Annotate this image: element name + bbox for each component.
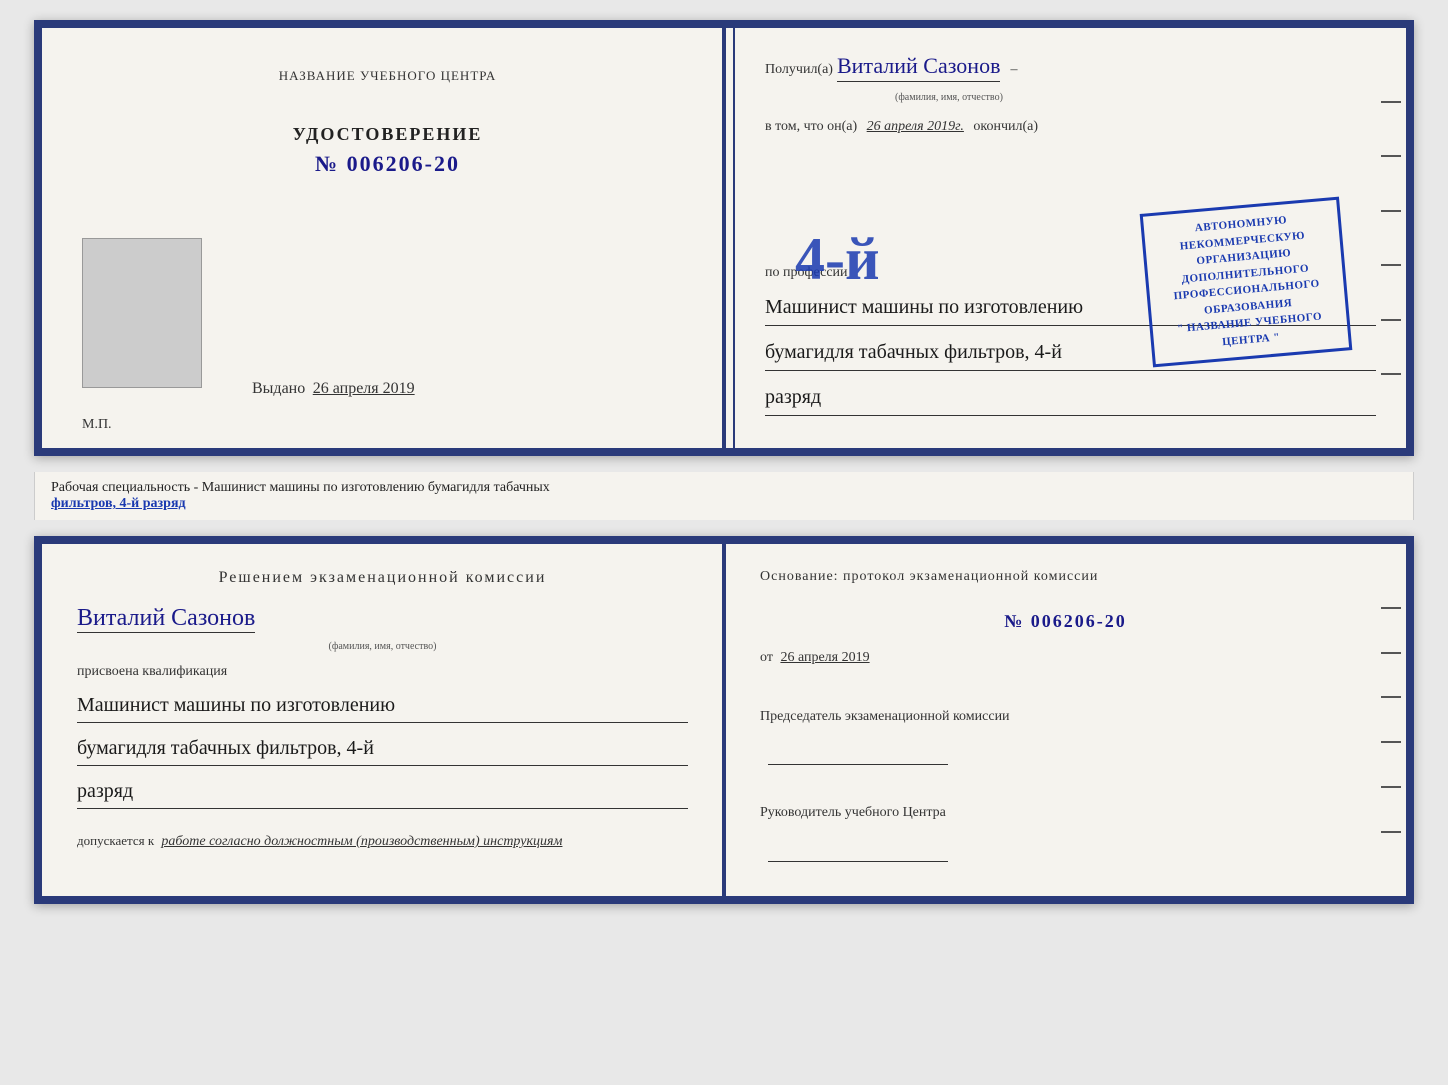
top-right-page: Получил(а) Виталий Сазонов – (фамилия, и…	[735, 28, 1406, 448]
training-center-head-label: Руководитель учебного Центра	[760, 800, 1371, 825]
allowed-prefix: допускается к	[77, 833, 154, 848]
training-head-block: Руководитель учебного Центра	[760, 800, 1371, 870]
top-document-spread: НАЗВАНИЕ УЧЕБНОГО ЦЕНТРА УДОСТОВЕРЕНИЕ №…	[34, 20, 1414, 456]
recipient-name: Виталий Сазонов	[837, 53, 1000, 82]
edge-line	[1381, 696, 1401, 698]
middle-strip: Рабочая специальность - Машинист машины …	[34, 472, 1414, 520]
recipient-line: Получил(а) Виталий Сазонов –	[765, 53, 1376, 82]
edge-line	[1381, 210, 1401, 212]
bottom-protocol-number: № 006206-20	[760, 611, 1371, 632]
bottom-person-subtext: (фамилия, имя, отчество)	[77, 641, 688, 652]
commission-chair-label: Председатель экзаменационной комиссии	[760, 704, 1371, 729]
head-signature-line	[768, 861, 948, 862]
edge-decoration	[1376, 28, 1406, 448]
recipient-prefix: Получил(а)	[765, 62, 833, 78]
bottom-left-page: Решением экзаменационной комиссии Витали…	[42, 544, 725, 896]
cert-label: УДОСТОВЕРЕНИЕ	[293, 124, 483, 145]
issued-date: 26 апреля 2019	[313, 380, 415, 397]
chair-signature-line	[768, 764, 948, 765]
protocol-date: от 26 апреля 2019	[760, 650, 1371, 666]
stamp-area: АВТОНОМНУЮ НЕКОММЕРЧЕСКУЮ ОРГАНИЗАЦИЮ ДО…	[1146, 205, 1346, 359]
issued-prefix: Выдано	[252, 380, 305, 397]
qual-value-2: бумагидля табачных фильтров, 4-й	[77, 731, 688, 766]
middle-text-underline: фильтров, 4-й разряд	[51, 496, 186, 511]
bottom-person-name: Виталий Сазонов	[77, 605, 255, 633]
org-name-top-left: НАЗВАНИЕ УЧЕБНОГО ЦЕНТРА	[279, 68, 496, 84]
qual-value-1: Машинист машины по изготовлению	[77, 688, 688, 723]
completion-date: 26 апреля 2019г.	[867, 119, 964, 134]
allowed-line: допускается к работе согласно должностны…	[77, 833, 688, 850]
profession-value-3: разряд	[765, 381, 1376, 416]
edge-line	[1381, 155, 1401, 157]
top-left-page: НАЗВАНИЕ УЧЕБНОГО ЦЕНТРА УДОСТОВЕРЕНИЕ №…	[42, 28, 735, 448]
commission-title: Решением экзаменационной комиссии	[77, 569, 688, 587]
in-that-line: в том, что он(а) 26 апреля 2019г. окончи…	[765, 119, 1376, 135]
bottom-right-page: Основание: протокол экзаменационной коми…	[725, 544, 1406, 896]
cert-number: № 006206-20	[315, 151, 460, 177]
date-prefix: от	[760, 650, 773, 665]
edge-line	[1381, 652, 1401, 654]
big-rank-number: 4-й	[795, 225, 880, 294]
photo-placeholder	[82, 238, 202, 388]
middle-text-prefix: Рабочая специальность - Машинист машины …	[51, 480, 550, 495]
bottom-document-spread: Решением экзаменационной комиссии Витали…	[34, 536, 1414, 904]
stamp-box: АВТОНОМНУЮ НЕКОММЕРЧЕСКУЮ ОРГАНИЗАЦИЮ ДО…	[1140, 197, 1353, 368]
mp-label: М.П.	[82, 417, 112, 433]
edge-line	[1381, 741, 1401, 743]
edge-line	[1381, 319, 1401, 321]
bottom-edge-decoration	[1376, 544, 1406, 896]
edge-line	[1381, 373, 1401, 375]
protocol-date-value: 26 апреля 2019	[780, 650, 869, 665]
edge-line	[1381, 607, 1401, 609]
issued-line: Выдано 26 апреля 2019	[252, 380, 415, 398]
edge-line	[1381, 101, 1401, 103]
recipient-subtext: (фамилия, имя, отчество)	[895, 92, 1003, 103]
commission-chair-block: Председатель экзаменационной комиссии	[760, 704, 1371, 774]
edge-line	[1381, 786, 1401, 788]
allowed-value: работе согласно должностным (производств…	[161, 834, 562, 849]
edge-line	[1381, 831, 1401, 833]
qual-value-3: разряд	[77, 774, 688, 809]
basis-title: Основание: протокол экзаменационной коми…	[760, 569, 1371, 585]
assigned-label: присвоена квалификация	[77, 664, 688, 680]
edge-line	[1381, 264, 1401, 266]
in-that-prefix: в том, что он(а)	[765, 119, 857, 134]
finished-label: окончил(а)	[973, 119, 1038, 134]
